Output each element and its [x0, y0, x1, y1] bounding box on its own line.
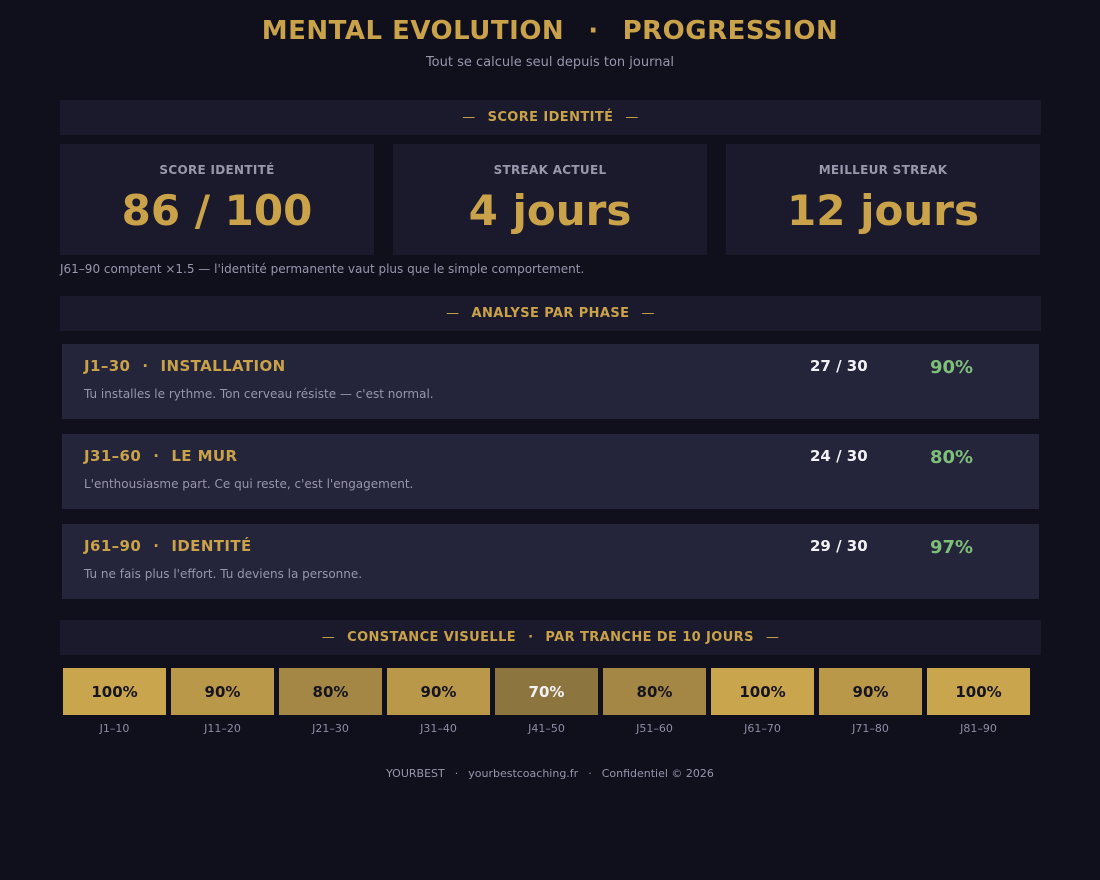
constance-cell-label: J11–20	[204, 722, 241, 735]
section-dash-right: —	[765, 630, 780, 645]
page-title: MENTAL EVOLUTION · PROGRESSION	[0, 16, 1100, 46]
stat-card-score: SCORE IDENTITÉ 86 / 100	[60, 144, 374, 255]
constance-cell: 100%	[711, 668, 814, 715]
section-dash-left: —	[446, 306, 460, 321]
footer: YOURBEST · yourbestcoaching.fr · Confidentie…	[0, 767, 1100, 780]
stat-label: MEILLEUR STREAK	[818, 163, 948, 177]
phase-range: J61–90	[84, 537, 142, 555]
phase-percentage: 97%	[930, 537, 974, 558]
page-subtitle: Tout se calcule seul depuis ton journal	[425, 55, 675, 70]
phase-separator: ·	[142, 357, 149, 375]
constance-cell: 70%	[495, 668, 598, 715]
phase-title: J61–90 · IDENTITÉ	[84, 537, 252, 555]
phase-range: J1–30	[84, 357, 131, 375]
score-note: J61–90 comptent ×1.5 — l'identité perman…	[60, 262, 585, 276]
section-dash-left: —	[462, 110, 476, 125]
phase-description: Tu ne fais plus l'effort. Tu deviens la …	[84, 567, 363, 581]
constance-cell: 100%	[63, 668, 166, 715]
footer-site-link[interactable]: yourbestcoaching.fr	[468, 767, 578, 780]
section-dash-left: —	[321, 630, 336, 645]
constance-cell-label: J51–60	[636, 722, 673, 735]
phase-name: IDENTITÉ	[171, 537, 252, 555]
footer-copyright: Confidentiel © 2026	[601, 767, 714, 780]
phase-separator: ·	[153, 537, 160, 555]
phase-description: Tu installes le rythme. Ton cerveau rési…	[84, 387, 434, 401]
page-title-right: PROGRESSION	[622, 16, 839, 46]
constance-cell-label: J71–80	[852, 722, 889, 735]
constance-cell: 100%	[927, 668, 1030, 715]
section-title-separator: ·	[528, 630, 534, 645]
constance-cell: 80%	[279, 668, 382, 715]
constance-cell-label: J81–90	[960, 722, 997, 735]
constance-cell-label: J41–50	[528, 722, 565, 735]
constance-cell: 90%	[387, 668, 490, 715]
constance-cell: 80%	[603, 668, 706, 715]
footer-separator: ·	[454, 767, 459, 780]
section-title-score: SCORE IDENTITÉ	[487, 110, 614, 125]
section-dash-right: —	[625, 110, 639, 125]
stat-value: 4 jours	[468, 186, 632, 235]
constance-cell-label: J61–70	[744, 722, 781, 735]
constance-cell-label: J1–10	[99, 722, 130, 735]
phase-score: 24 / 30	[810, 447, 868, 465]
section-header-constance: — CONSTANCE VISUELLE · PAR TRANCHE DE 10…	[60, 620, 1041, 655]
phase-card-le-mur: J31–60 · LE MUR L'enthousiasme part. Ce qu…	[62, 434, 1039, 509]
phase-title: J1–30 · INSTALLATION	[84, 357, 286, 375]
stat-value: 12 jours	[787, 186, 979, 235]
section-header-phase: — ANALYSE PAR PHASE —	[60, 296, 1041, 331]
stat-card-best-streak: MEILLEUR STREAK 12 jours	[726, 144, 1040, 255]
constance-cell: 90%	[819, 668, 922, 715]
phase-range: J31–60	[84, 447, 142, 465]
phase-title: J31–60 · LE MUR	[84, 447, 237, 465]
section-title-constance-range: PAR TRANCHE DE 10 JOURS	[545, 630, 754, 645]
section-header-score: — SCORE IDENTITÉ —	[60, 100, 1041, 135]
constance-cell-label: J21–30	[312, 722, 349, 735]
footer-separator: ·	[588, 767, 592, 780]
page-title-separator: ·	[588, 16, 599, 46]
stat-card-current-streak: STREAK ACTUEL 4 jours	[393, 144, 707, 255]
constance-cell: 90%	[171, 668, 274, 715]
phase-score: 29 / 30	[810, 537, 868, 555]
phase-name: INSTALLATION	[160, 357, 286, 375]
page-title-left: MENTAL EVOLUTION	[261, 16, 565, 46]
phase-name: LE MUR	[171, 447, 238, 465]
stat-label: SCORE IDENTITÉ	[159, 163, 275, 177]
section-title-constance: CONSTANCE VISUELLE	[347, 630, 517, 645]
phase-description: L'enthousiasme part. Ce qui reste, c'est…	[84, 477, 414, 491]
phase-percentage: 90%	[930, 357, 974, 378]
footer-brand: YOURBEST	[386, 767, 445, 780]
constance-cell-label: J31–40	[420, 722, 457, 735]
section-dash-right: —	[641, 306, 655, 321]
phase-percentage: 80%	[930, 447, 974, 468]
section-title-phase: ANALYSE PAR PHASE	[471, 306, 630, 321]
stat-label: STREAK ACTUEL	[493, 163, 607, 177]
phase-card-installation: J1–30 · INSTALLATION Tu installes le rythm…	[62, 344, 1039, 419]
phase-score: 27 / 30	[810, 357, 868, 375]
phase-card-identite: J61–90 · IDENTITÉ Tu ne fais plus l'effort…	[62, 524, 1039, 599]
stat-value: 86 / 100	[121, 186, 313, 235]
phase-separator: ·	[153, 447, 160, 465]
